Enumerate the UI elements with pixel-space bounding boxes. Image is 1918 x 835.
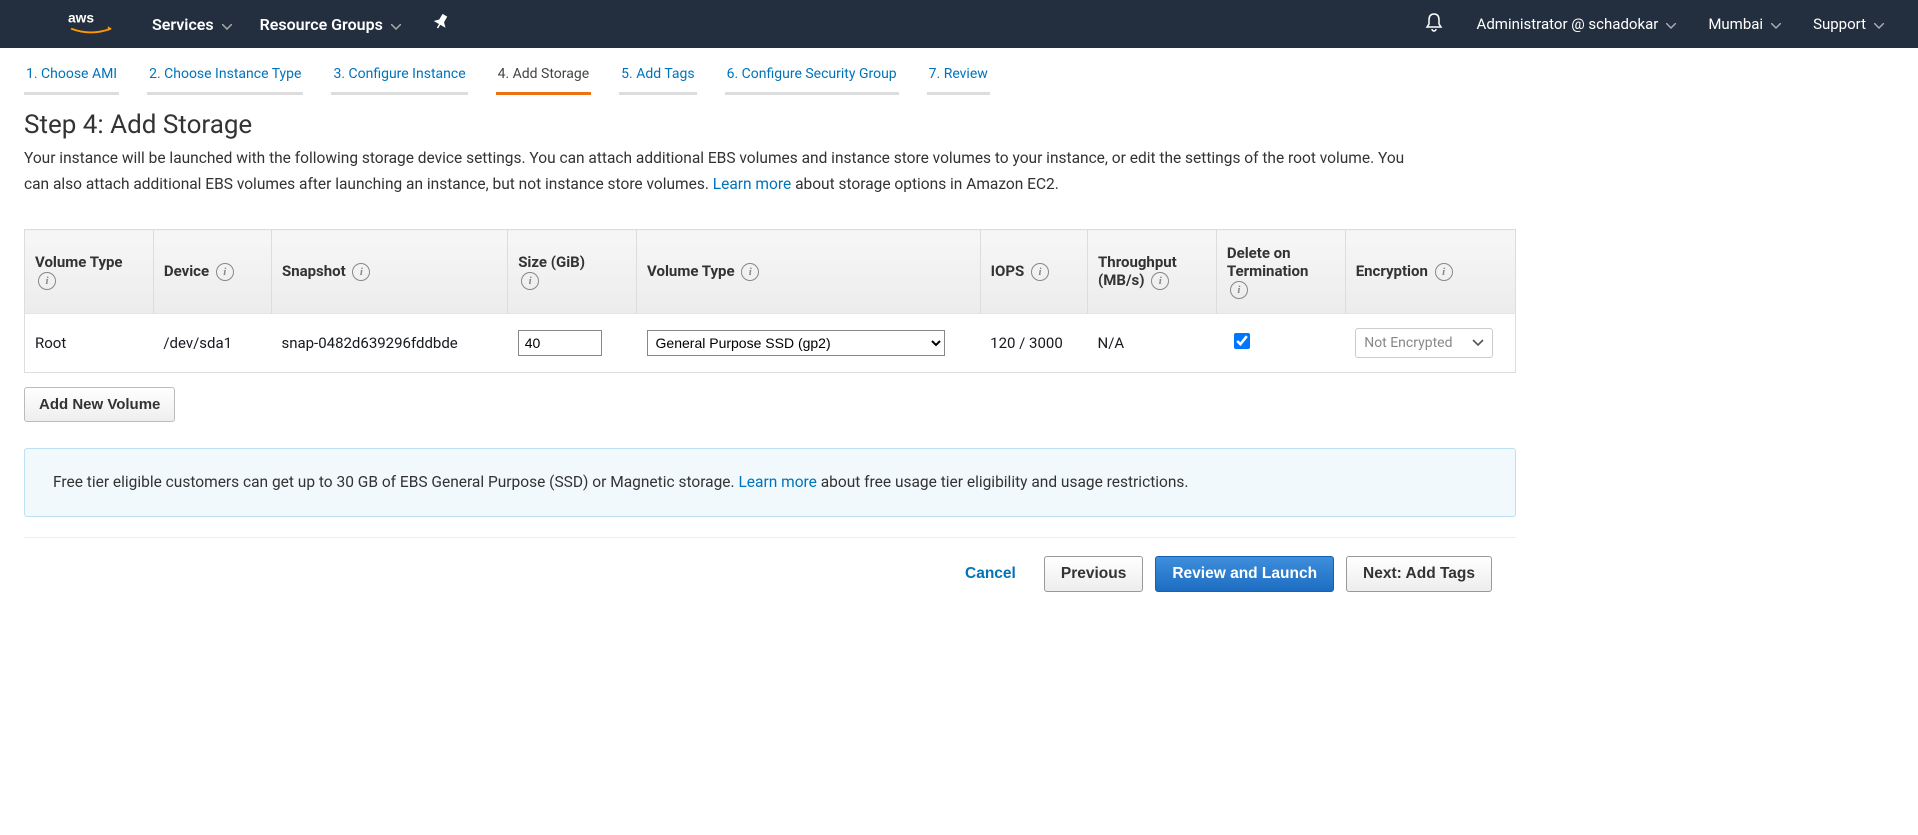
notifications-icon[interactable]	[1425, 12, 1443, 36]
info-icon[interactable]: i	[1230, 281, 1248, 299]
th-text: Device	[164, 262, 209, 280]
info-icon[interactable]: i	[38, 272, 56, 290]
page-title: Step 4: Add Storage	[24, 110, 1516, 140]
free-tier-notice: Free tier eligible customers can get up …	[24, 448, 1516, 516]
th-text: Volume Type	[35, 253, 123, 271]
storage-table: Volume Typei Device i Snapshot i Size (G…	[24, 229, 1516, 373]
wizard-tab-2[interactable]: 2. Choose Instance Type	[147, 60, 303, 95]
lead-part2: about storage options in Amazon EC2.	[795, 175, 1059, 193]
previous-button[interactable]: Previous	[1044, 556, 1143, 592]
info-icon[interactable]: i	[352, 263, 370, 281]
wizard-tab-7[interactable]: 7. Review	[927, 60, 990, 95]
cell-size	[508, 314, 637, 373]
th-text: Encryption	[1356, 262, 1428, 280]
th-text: Delete on Termination	[1227, 244, 1309, 280]
col-delete-on-term: Delete on Terminationi	[1216, 230, 1345, 314]
caret-down-icon	[222, 15, 232, 34]
add-new-volume-button[interactable]: Add New Volume	[24, 387, 175, 422]
notice-text2: about free usage tier eligibility and us…	[821, 473, 1189, 491]
wizard-tab-3[interactable]: 3. Configure Instance	[331, 60, 467, 95]
content: Step 4: Add Storage Your instance will b…	[0, 96, 1540, 622]
col-throughput: Throughput (MB/s) i	[1088, 230, 1217, 314]
wizard-tabs: 1. Choose AMI 2. Choose Instance Type 3. C…	[0, 48, 1918, 96]
notice-learn-more-link[interactable]: Learn more	[738, 473, 816, 491]
col-device: Device i	[153, 230, 271, 314]
next-button[interactable]: Next: Add Tags	[1346, 556, 1492, 592]
encryption-select[interactable]: Not Encrypted	[1355, 328, 1493, 358]
cancel-button[interactable]: Cancel	[949, 556, 1032, 592]
pin-icon[interactable]	[423, 14, 459, 34]
content-scroll[interactable]: Step 4: Add Storage Your instance will b…	[0, 96, 1918, 835]
size-input[interactable]	[518, 330, 602, 356]
aws-logo[interactable]: aws	[68, 10, 114, 38]
resource-groups-label: Resource Groups	[260, 15, 383, 34]
wizard-tab-6[interactable]: 6. Configure Security Group	[725, 60, 899, 95]
caret-down-icon	[1472, 335, 1484, 351]
cell-type-label: Root	[25, 314, 154, 373]
support-menu[interactable]: Support	[1797, 15, 1900, 33]
info-icon[interactable]: i	[521, 272, 539, 290]
account-label: Administrator @ schadokar	[1477, 15, 1659, 33]
notice-text1: Free tier eligible customers can get up …	[53, 473, 738, 491]
footer-bar: Cancel Previous Review and Launch Next: …	[24, 537, 1516, 604]
topbar: aws Services Resource Groups Administrat…	[0, 0, 1918, 48]
wizard-tab-5[interactable]: 5. Add Tags	[619, 60, 696, 95]
col-size: Size (GiB)i	[508, 230, 637, 314]
lead-text: Your instance will be launched with the …	[24, 146, 1424, 197]
encryption-value: Not Encrypted	[1364, 335, 1452, 351]
info-icon[interactable]: i	[1151, 272, 1169, 290]
info-icon[interactable]: i	[1435, 263, 1453, 281]
cell-throughput: N/A	[1088, 314, 1217, 373]
col-snapshot: Snapshot i	[271, 230, 507, 314]
region-menu[interactable]: Mumbai	[1692, 15, 1797, 33]
col-encryption: Encryption i	[1345, 230, 1515, 314]
th-text: Snapshot	[282, 262, 346, 280]
delete-on-term-checkbox[interactable]	[1234, 333, 1250, 349]
cell-iops: 120 / 3000	[980, 314, 1087, 373]
caret-down-icon	[391, 15, 401, 34]
th-text: Volume Type	[647, 262, 735, 280]
account-menu[interactable]: Administrator @ schadokar	[1461, 15, 1693, 33]
caret-down-icon	[1666, 15, 1676, 33]
info-icon[interactable]: i	[216, 263, 234, 281]
learn-more-link[interactable]: Learn more	[713, 175, 791, 193]
th-text: Size (GiB)	[518, 253, 585, 271]
wizard-tab-4[interactable]: 4. Add Storage	[496, 60, 592, 95]
support-label: Support	[1813, 15, 1866, 33]
th-text: IOPS	[991, 262, 1025, 280]
caret-down-icon	[1874, 15, 1884, 33]
col-volume-type-label: Volume Typei	[25, 230, 154, 314]
col-volume-type: Volume Type i	[637, 230, 981, 314]
volume-type-select[interactable]: General Purpose SSD (gp2)	[647, 330, 945, 356]
cell-device: /dev/sda1	[153, 314, 271, 373]
col-iops: IOPS i	[980, 230, 1087, 314]
review-and-launch-button[interactable]: Review and Launch	[1155, 556, 1334, 592]
region-label: Mumbai	[1708, 15, 1763, 33]
caret-down-icon	[1771, 15, 1781, 33]
table-row: Root /dev/sda1 snap-0482d639296fddbde Ge…	[25, 314, 1516, 373]
cell-delete-on-term	[1216, 314, 1345, 373]
wizard-tab-1[interactable]: 1. Choose AMI	[24, 60, 119, 95]
info-icon[interactable]: i	[741, 263, 759, 281]
info-icon[interactable]: i	[1031, 263, 1049, 281]
svg-text:aws: aws	[68, 10, 94, 25]
cell-encryption: Not Encrypted	[1345, 314, 1515, 373]
services-menu[interactable]: Services	[138, 15, 246, 34]
cell-volume-type: General Purpose SSD (gp2)	[637, 314, 981, 373]
cell-snapshot: snap-0482d639296fddbde	[271, 314, 507, 373]
resource-groups-menu[interactable]: Resource Groups	[246, 15, 415, 34]
services-label: Services	[152, 15, 214, 34]
